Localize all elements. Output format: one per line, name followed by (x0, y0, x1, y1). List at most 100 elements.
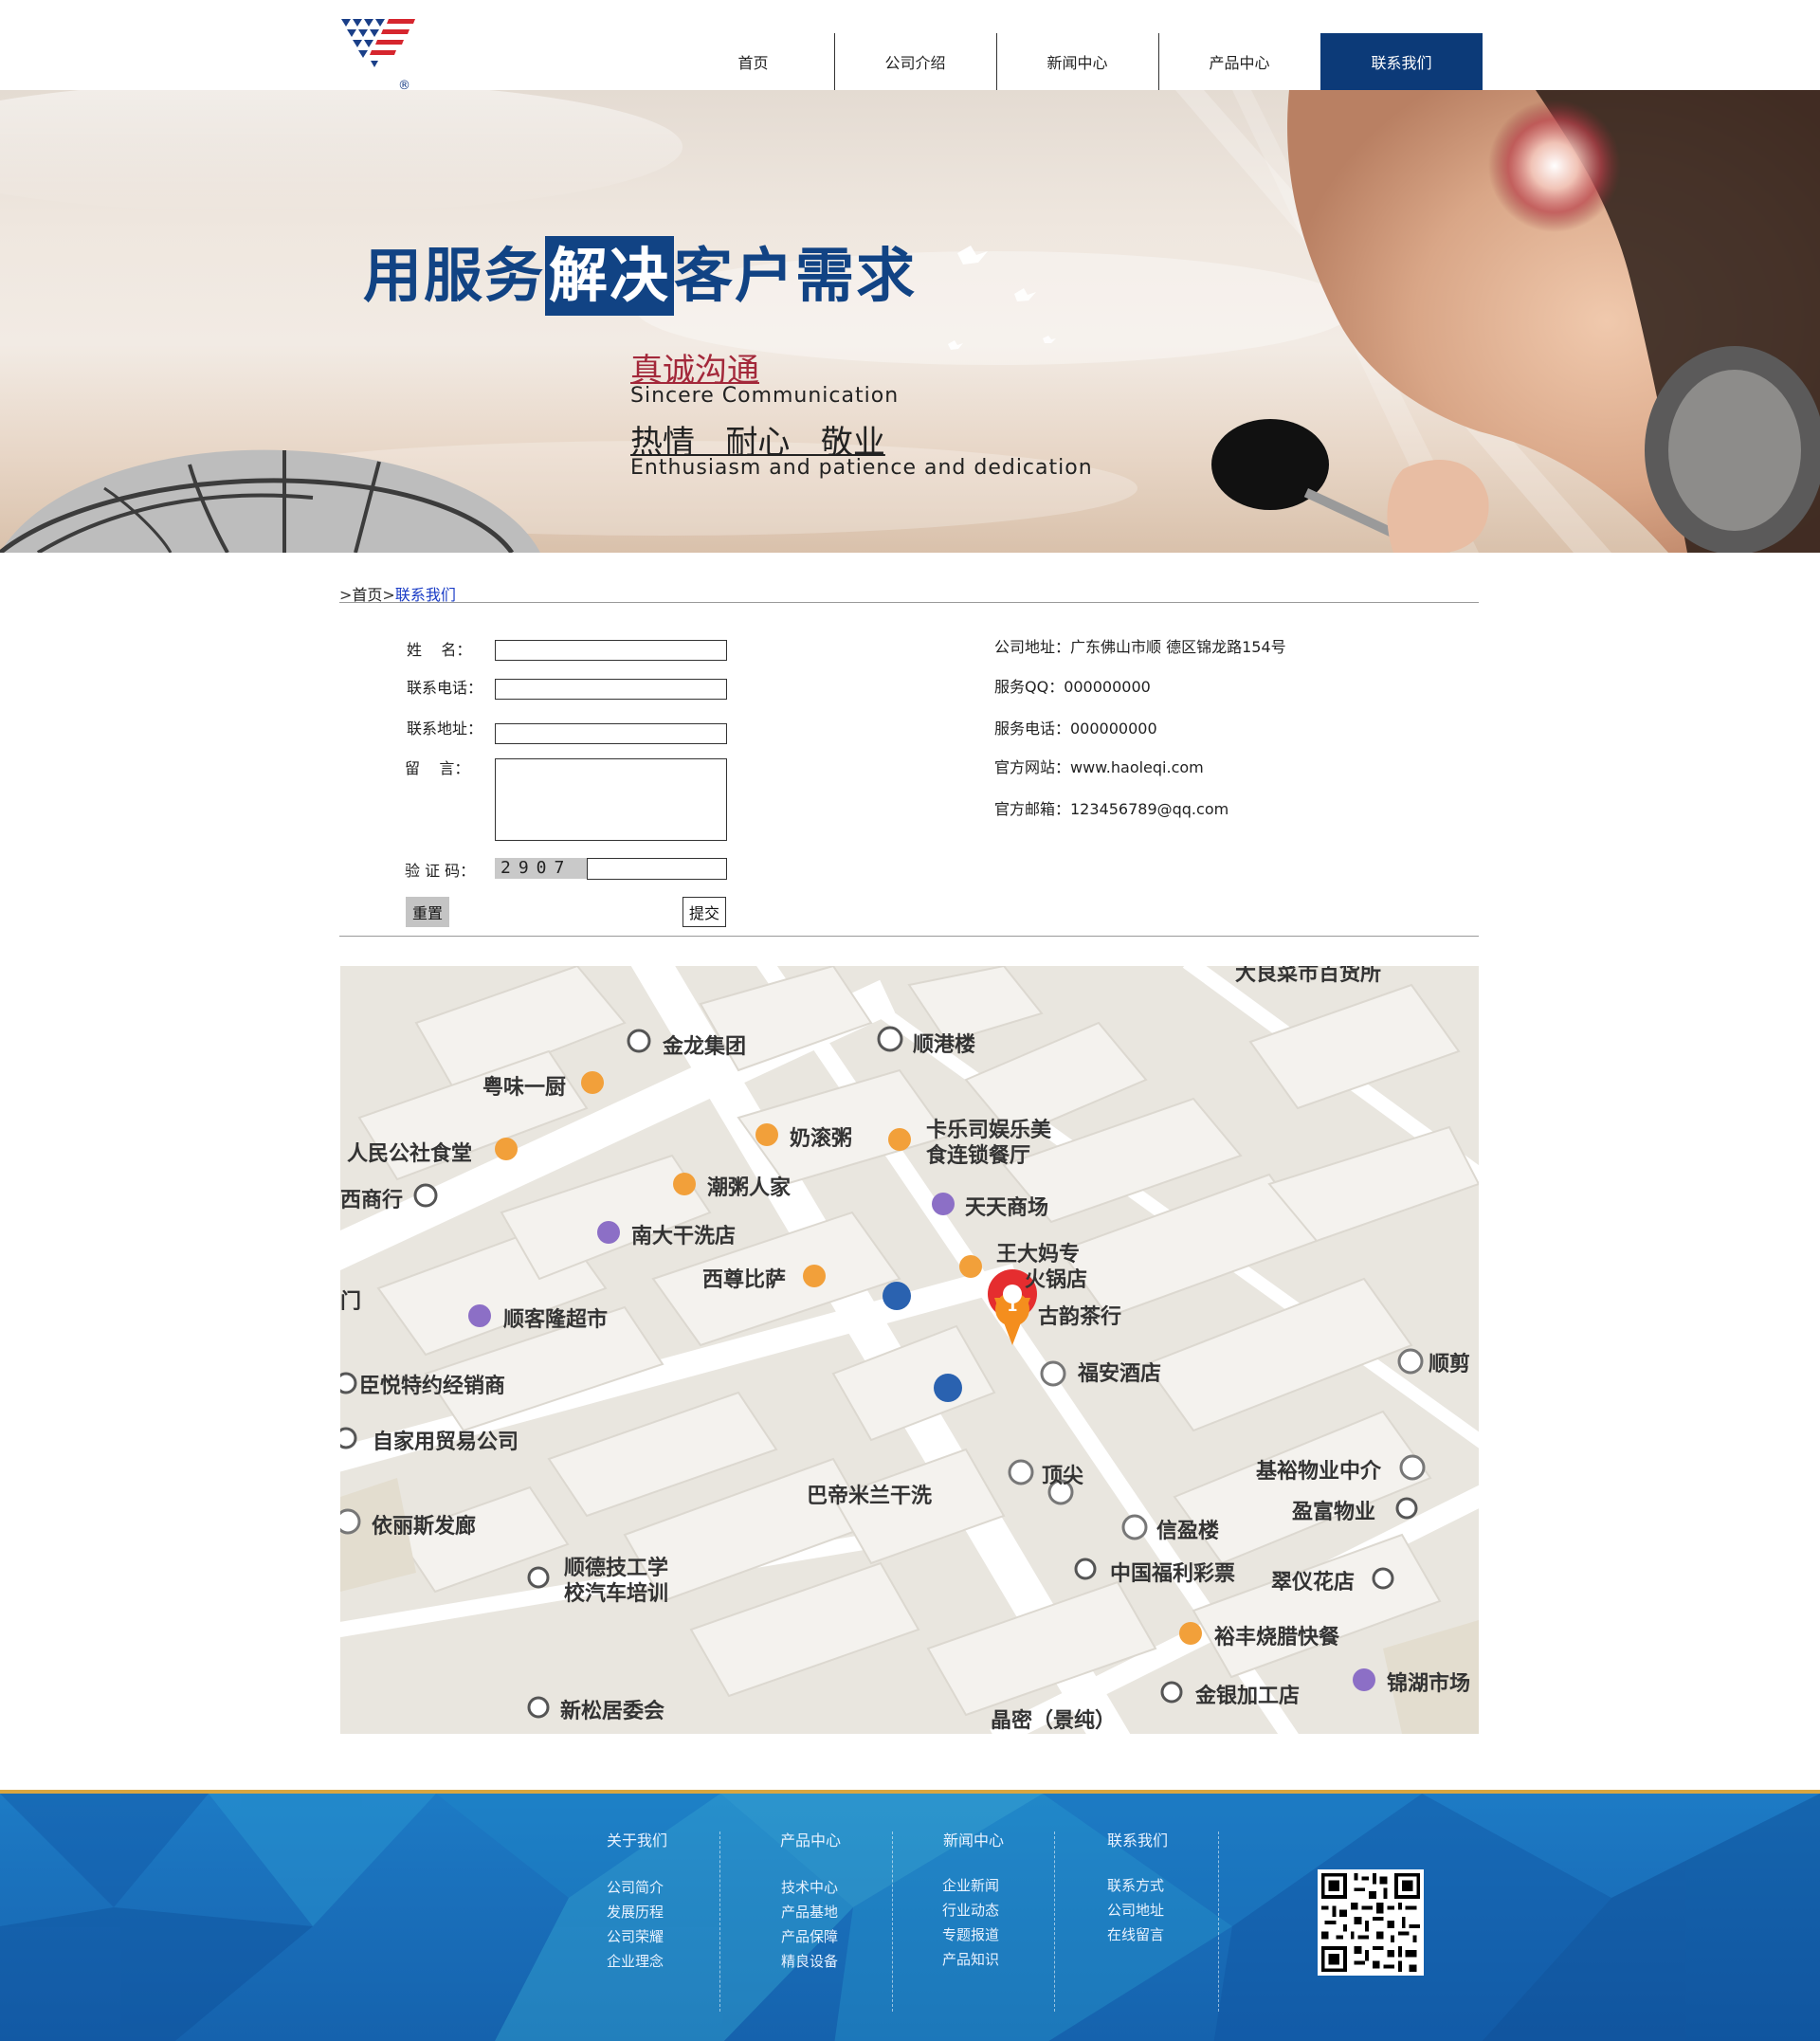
map-label: 西尊比萨 (702, 1268, 787, 1292)
map-label: 人民公社食堂 (347, 1142, 473, 1166)
map-label: 臣悦特约经销商 (359, 1375, 506, 1398)
footer-col-title-about[interactable]: 关于我们 (607, 1828, 667, 1850)
reset-button[interactable]: 重置 (406, 897, 449, 927)
footer-link[interactable]: 产品知识 (942, 1949, 999, 1969)
map-label: 中国福利彩票 (1110, 1562, 1236, 1586)
hero-banner: 用服务解决客户需求 真诚沟通 Sincere Communication 热情 … (0, 90, 1820, 553)
footer-link[interactable]: 联系方式 (1107, 1875, 1164, 1895)
slogan-pre: 用服务 (363, 241, 546, 310)
main-nav: 首页 公司介绍 新闻中心 产品中心 联系我们 (672, 33, 1483, 90)
map-label: 门 (340, 1290, 362, 1314)
name-label: 姓 名： (407, 641, 472, 659)
map-label: 火锅店 (1025, 1268, 1088, 1292)
map-label: 奶滚粥 (790, 1127, 853, 1151)
map-marker-number: 1 (1007, 1297, 1018, 1315)
map-label: 大良菜市百货所 (1235, 966, 1382, 986)
footer-col-title-news[interactable]: 新闻中心 (943, 1828, 1004, 1850)
map-label: 新松居委会 (560, 1700, 665, 1723)
qr-code-icon (1318, 1869, 1424, 1976)
footer-link[interactable]: 公司荣耀 (607, 1926, 664, 1946)
footer-link[interactable]: 发展历程 (607, 1902, 664, 1922)
footer-link[interactable]: 行业动态 (942, 1900, 999, 1920)
footer-link[interactable]: 企业理念 (607, 1951, 664, 1971)
location-map[interactable]: 1 大良菜市百货所 金龙集团 顺港楼 粤味一厨 奶滚粥 卡乐司娱乐美 食连锁餐厅… (340, 966, 1479, 1734)
banner-slogan: 用服务解决客户需求 (363, 236, 917, 316)
slogan-post: 客户需求 (674, 241, 918, 310)
map-label: 晶密（景纯） (991, 1709, 1117, 1733)
nav-news[interactable]: 新闻中心 (996, 33, 1158, 90)
footer-link[interactable]: 企业新闻 (942, 1875, 999, 1895)
footer-separator (892, 1831, 893, 2012)
captcha-image[interactable]: 2907 (495, 858, 587, 879)
breadcrumb-current[interactable]: 联系我们 (395, 586, 456, 604)
footer-link[interactable]: 精良设备 (781, 1951, 838, 1971)
map-label: 顶尖 (1042, 1465, 1084, 1488)
map-label: 食连锁餐厅 (926, 1144, 1031, 1168)
nav-home[interactable]: 首页 (672, 33, 834, 90)
nav-contact[interactable]: 联系我们 (1320, 33, 1483, 90)
banner-sub-en-1: Sincere Communication (630, 384, 900, 408)
map-label: 古韵茶行 (1038, 1305, 1122, 1329)
footer-background (0, 1794, 1820, 2041)
map-label: 顺剪 (1429, 1353, 1471, 1376)
map-label: 金银加工店 (1195, 1685, 1301, 1708)
map-label: 自家用贸易公司 (373, 1431, 519, 1454)
company-logo[interactable]: ® (339, 17, 417, 91)
address-input[interactable] (495, 723, 727, 744)
footer-link[interactable]: 技术中心 (781, 1877, 838, 1897)
nav-products[interactable]: 产品中心 (1158, 33, 1320, 90)
map-label: 翠仪花店 (1271, 1571, 1356, 1595)
map-label: 金龙集团 (663, 1035, 747, 1059)
breadcrumb: >首页>联系我们 (339, 582, 1479, 604)
address-label: 联系地址： (407, 720, 483, 738)
footer-separator (719, 1831, 720, 2012)
banner-background (0, 90, 1820, 553)
footer-link[interactable]: 产品基地 (781, 1902, 838, 1922)
footer-col-title-contact[interactable]: 联系我们 (1107, 1828, 1168, 1850)
captcha-input[interactable] (587, 858, 727, 880)
phone-input[interactable] (495, 679, 727, 700)
site-footer: 关于我们 公司简介 发展历程 公司荣耀 企业理念 产品中心 技术中心 产品基地 … (0, 1790, 1820, 2041)
official-website[interactable]: 官方网站：www.haoleqi.com (994, 755, 1204, 777)
footer-col-title-products[interactable]: 产品中心 (780, 1828, 841, 1850)
map-label: 天天商场 (965, 1196, 1049, 1220)
footer-link[interactable]: 在线留言 (1107, 1924, 1164, 1944)
map-label: 基裕物业中介 (1256, 1460, 1382, 1484)
footer-link[interactable]: 公司简介 (607, 1877, 664, 1897)
map-label: 南大干洗店 (631, 1225, 737, 1248)
map-label: 顺客隆超市 (503, 1308, 609, 1332)
map-label: 潮粥人家 (707, 1176, 792, 1200)
slogan-highlight: 解决 (545, 236, 675, 316)
site-header: ® 首页 公司介绍 新闻中心 产品中心 联系我们 (0, 0, 1820, 91)
message-label: 留 言： (405, 759, 470, 777)
map-label: 校汽车培训 (564, 1582, 669, 1606)
name-input[interactable] (495, 640, 727, 661)
breadcrumb-home-link[interactable]: 首页 (352, 586, 382, 604)
company-address: 公司地址：广东佛山市顺 德区锦龙路154号 (994, 638, 1286, 656)
map-label: 裕丰烧腊快餐 (1214, 1626, 1340, 1649)
message-textarea[interactable] (495, 758, 727, 841)
map-label: 盈富物业 (1292, 1501, 1376, 1524)
banner-sub-en-2: Enthusiasm and patience and dedication (630, 456, 1093, 480)
phone-label: 联系电话： (407, 679, 483, 697)
map-label: 信盈楼 (1156, 1520, 1220, 1543)
footer-link[interactable]: 专题报道 (942, 1924, 999, 1944)
footer-link[interactable]: 产品保障 (781, 1926, 838, 1946)
submit-button[interactable]: 提交 (682, 897, 726, 927)
official-email[interactable]: 官方邮箱：123456789@qq.com (994, 796, 1228, 819)
breadcrumb-separator: > (339, 586, 353, 604)
map-label: 福安酒店 (1078, 1362, 1162, 1386)
footer-separator (1218, 1831, 1219, 2012)
map-label: 顺港楼 (913, 1033, 976, 1057)
nav-about[interactable]: 公司介绍 (834, 33, 996, 90)
service-phone: 服务电话：000000000 (994, 720, 1157, 738)
map-label: 西商行 (340, 1189, 404, 1212)
map-label: 巴帝米兰干洗 (807, 1485, 933, 1508)
map-label: 依丽斯发廊 (372, 1515, 477, 1539)
map-label: 粤味一厨 (482, 1076, 567, 1100)
breadcrumb-separator: > (382, 586, 395, 604)
footer-link[interactable]: 公司地址 (1107, 1900, 1164, 1920)
captcha-label: 验 证 码： (405, 862, 476, 880)
service-qq: 服务QQ：000000000 (994, 678, 1151, 696)
form-divider (339, 936, 1479, 937)
